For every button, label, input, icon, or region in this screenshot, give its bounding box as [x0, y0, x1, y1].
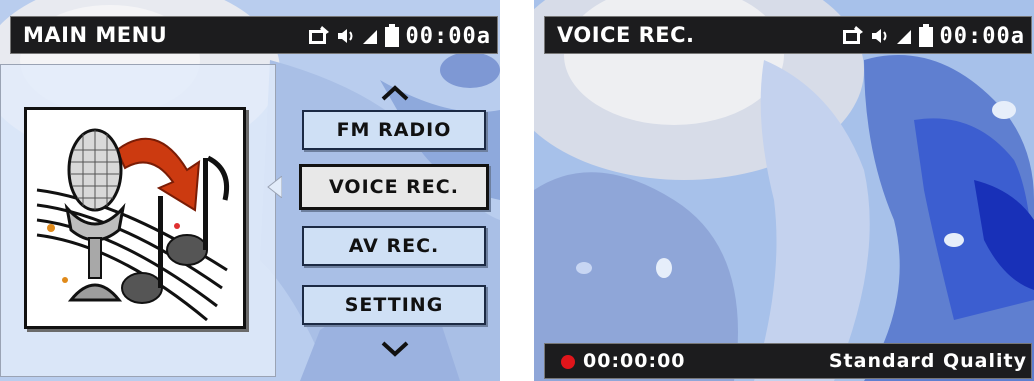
recording-time: 00:00:00: [583, 350, 686, 372]
battery-icon: [384, 24, 399, 47]
status-bar: 00:00a: [842, 22, 1025, 50]
preview-thumbnail: [24, 107, 246, 329]
wallpaper-background: [534, 0, 1034, 381]
menu-item-label: VOICE REC.: [329, 176, 459, 198]
chevron-down-icon[interactable]: [380, 340, 410, 358]
title-bar: MAIN MENU 00:00a: [10, 16, 498, 54]
signal-icon: [362, 30, 377, 44]
menu-item-av-rec[interactable]: AV REC.: [302, 226, 486, 266]
chevron-up-icon[interactable]: [380, 84, 410, 102]
media-card-icon: [308, 26, 329, 44]
menu-item-label: AV REC.: [348, 235, 440, 257]
status-bar: 00:00a: [308, 22, 491, 50]
clock: 00:00a: [939, 23, 1025, 49]
speaker-volume-icon: [337, 29, 353, 43]
clock: 00:00a: [405, 23, 491, 49]
screen-title: VOICE REC.: [557, 23, 695, 47]
media-card-icon: [842, 26, 863, 44]
record-indicator-icon: [561, 355, 575, 369]
menu-item-voice-rec[interactable]: VOICE REC.: [299, 164, 489, 210]
menu-item-label: SETTING: [344, 294, 444, 316]
screen-title: MAIN MENU: [23, 23, 168, 47]
menu-item-label: FM RADIO: [336, 119, 452, 141]
voice-rec-screen: VOICE REC. 00:00a 00:00:00 Standard Qual…: [534, 0, 1034, 381]
main-menu-screen: MAIN MENU 00:00a FM RADIO VOICE REC. AV …: [0, 0, 500, 381]
menu-item-fm-radio[interactable]: FM RADIO: [302, 110, 486, 150]
recording-quality[interactable]: Standard Quality: [829, 350, 1027, 372]
speaker-volume-icon: [871, 29, 887, 43]
recording-status-bar: 00:00:00 Standard Quality: [544, 343, 1032, 379]
selection-pointer-icon: [267, 176, 282, 198]
battery-icon: [918, 24, 933, 47]
signal-icon: [896, 30, 911, 44]
title-bar: VOICE REC. 00:00a: [544, 16, 1032, 54]
menu-item-setting[interactable]: SETTING: [302, 285, 486, 325]
microphone-music-icon: [36, 128, 230, 322]
